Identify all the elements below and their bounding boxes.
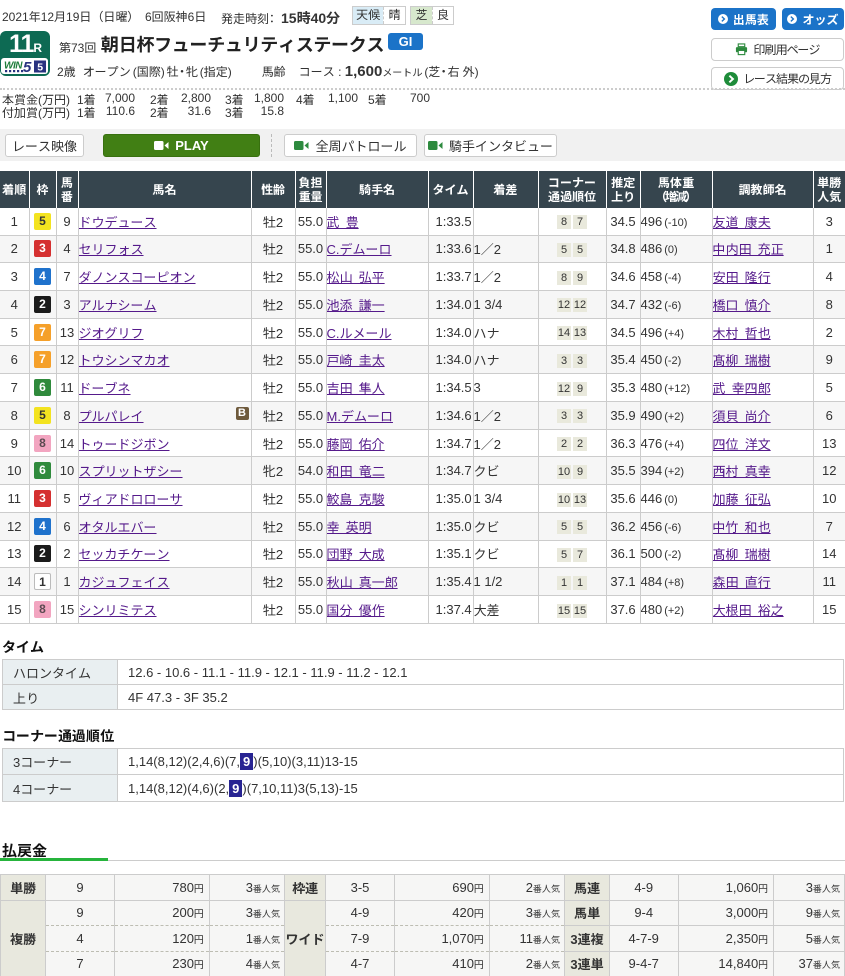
svg-text:5: 5 bbox=[23, 59, 32, 74]
svg-text:WIN: WIN bbox=[4, 60, 23, 71]
svg-text:5: 5 bbox=[37, 61, 43, 73]
